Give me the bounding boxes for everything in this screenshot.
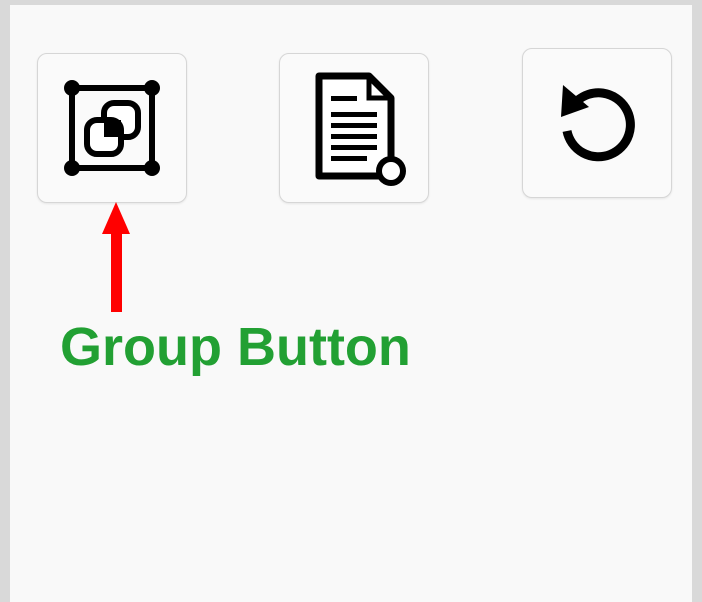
workspace: Group Button (10, 5, 692, 602)
new-document-button[interactable] (279, 53, 429, 203)
group-button[interactable] (37, 53, 187, 203)
reset-button[interactable] (522, 48, 672, 198)
group-objects-icon (57, 73, 167, 183)
group-button-label: Group Button (60, 317, 411, 377)
rotate-ccw-icon (547, 73, 647, 173)
document-add-icon (299, 68, 409, 188)
arrow-up-icon (96, 202, 136, 312)
